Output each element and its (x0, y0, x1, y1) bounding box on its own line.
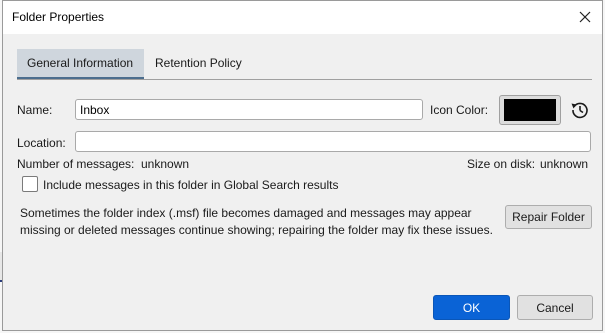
repair-folder-label: Repair Folder (512, 210, 585, 224)
icon-color-label: Icon Color: (430, 103, 489, 117)
messages-count-label: Number of messages: (17, 157, 135, 171)
tab-bar: General Information Retention Policy (17, 49, 592, 80)
color-swatch (504, 99, 556, 121)
cancel-button[interactable]: Cancel (517, 295, 593, 320)
location-label: Location: (17, 136, 66, 150)
global-search-label[interactable]: Include messages in this folder in Globa… (43, 178, 338, 192)
messages-count-value: unknown (141, 157, 190, 171)
repair-description: Sometimes the folder index (.msf) file b… (20, 206, 493, 237)
dialog-title: Folder Properties (12, 10, 105, 24)
folder-properties-dialog: Folder Properties General Information Re… (2, 0, 603, 331)
icon-color-picker[interactable] (499, 95, 561, 125)
global-search-checkbox[interactable] (22, 176, 38, 192)
location-input[interactable] (75, 131, 591, 152)
close-button[interactable] (572, 5, 598, 29)
cancel-label: Cancel (536, 300, 574, 315)
size-on-disk-label: Size on disk: (467, 157, 536, 171)
name-input[interactable] (75, 99, 423, 120)
title-bar: Folder Properties (3, 1, 602, 34)
tab-label: Retention Policy (155, 56, 242, 70)
close-icon (579, 11, 591, 23)
tab-label: General Information (27, 56, 134, 70)
ok-button[interactable]: OK (433, 295, 510, 320)
name-label: Name: (17, 103, 53, 117)
size-on-disk-value: unknown (540, 157, 589, 171)
tab-retention-policy[interactable]: Retention Policy (145, 49, 252, 77)
repair-folder-button[interactable]: Repair Folder (505, 205, 592, 229)
ok-label: OK (462, 300, 481, 315)
tab-general-information[interactable]: General Information (17, 49, 144, 79)
reset-history-icon[interactable] (569, 99, 591, 121)
